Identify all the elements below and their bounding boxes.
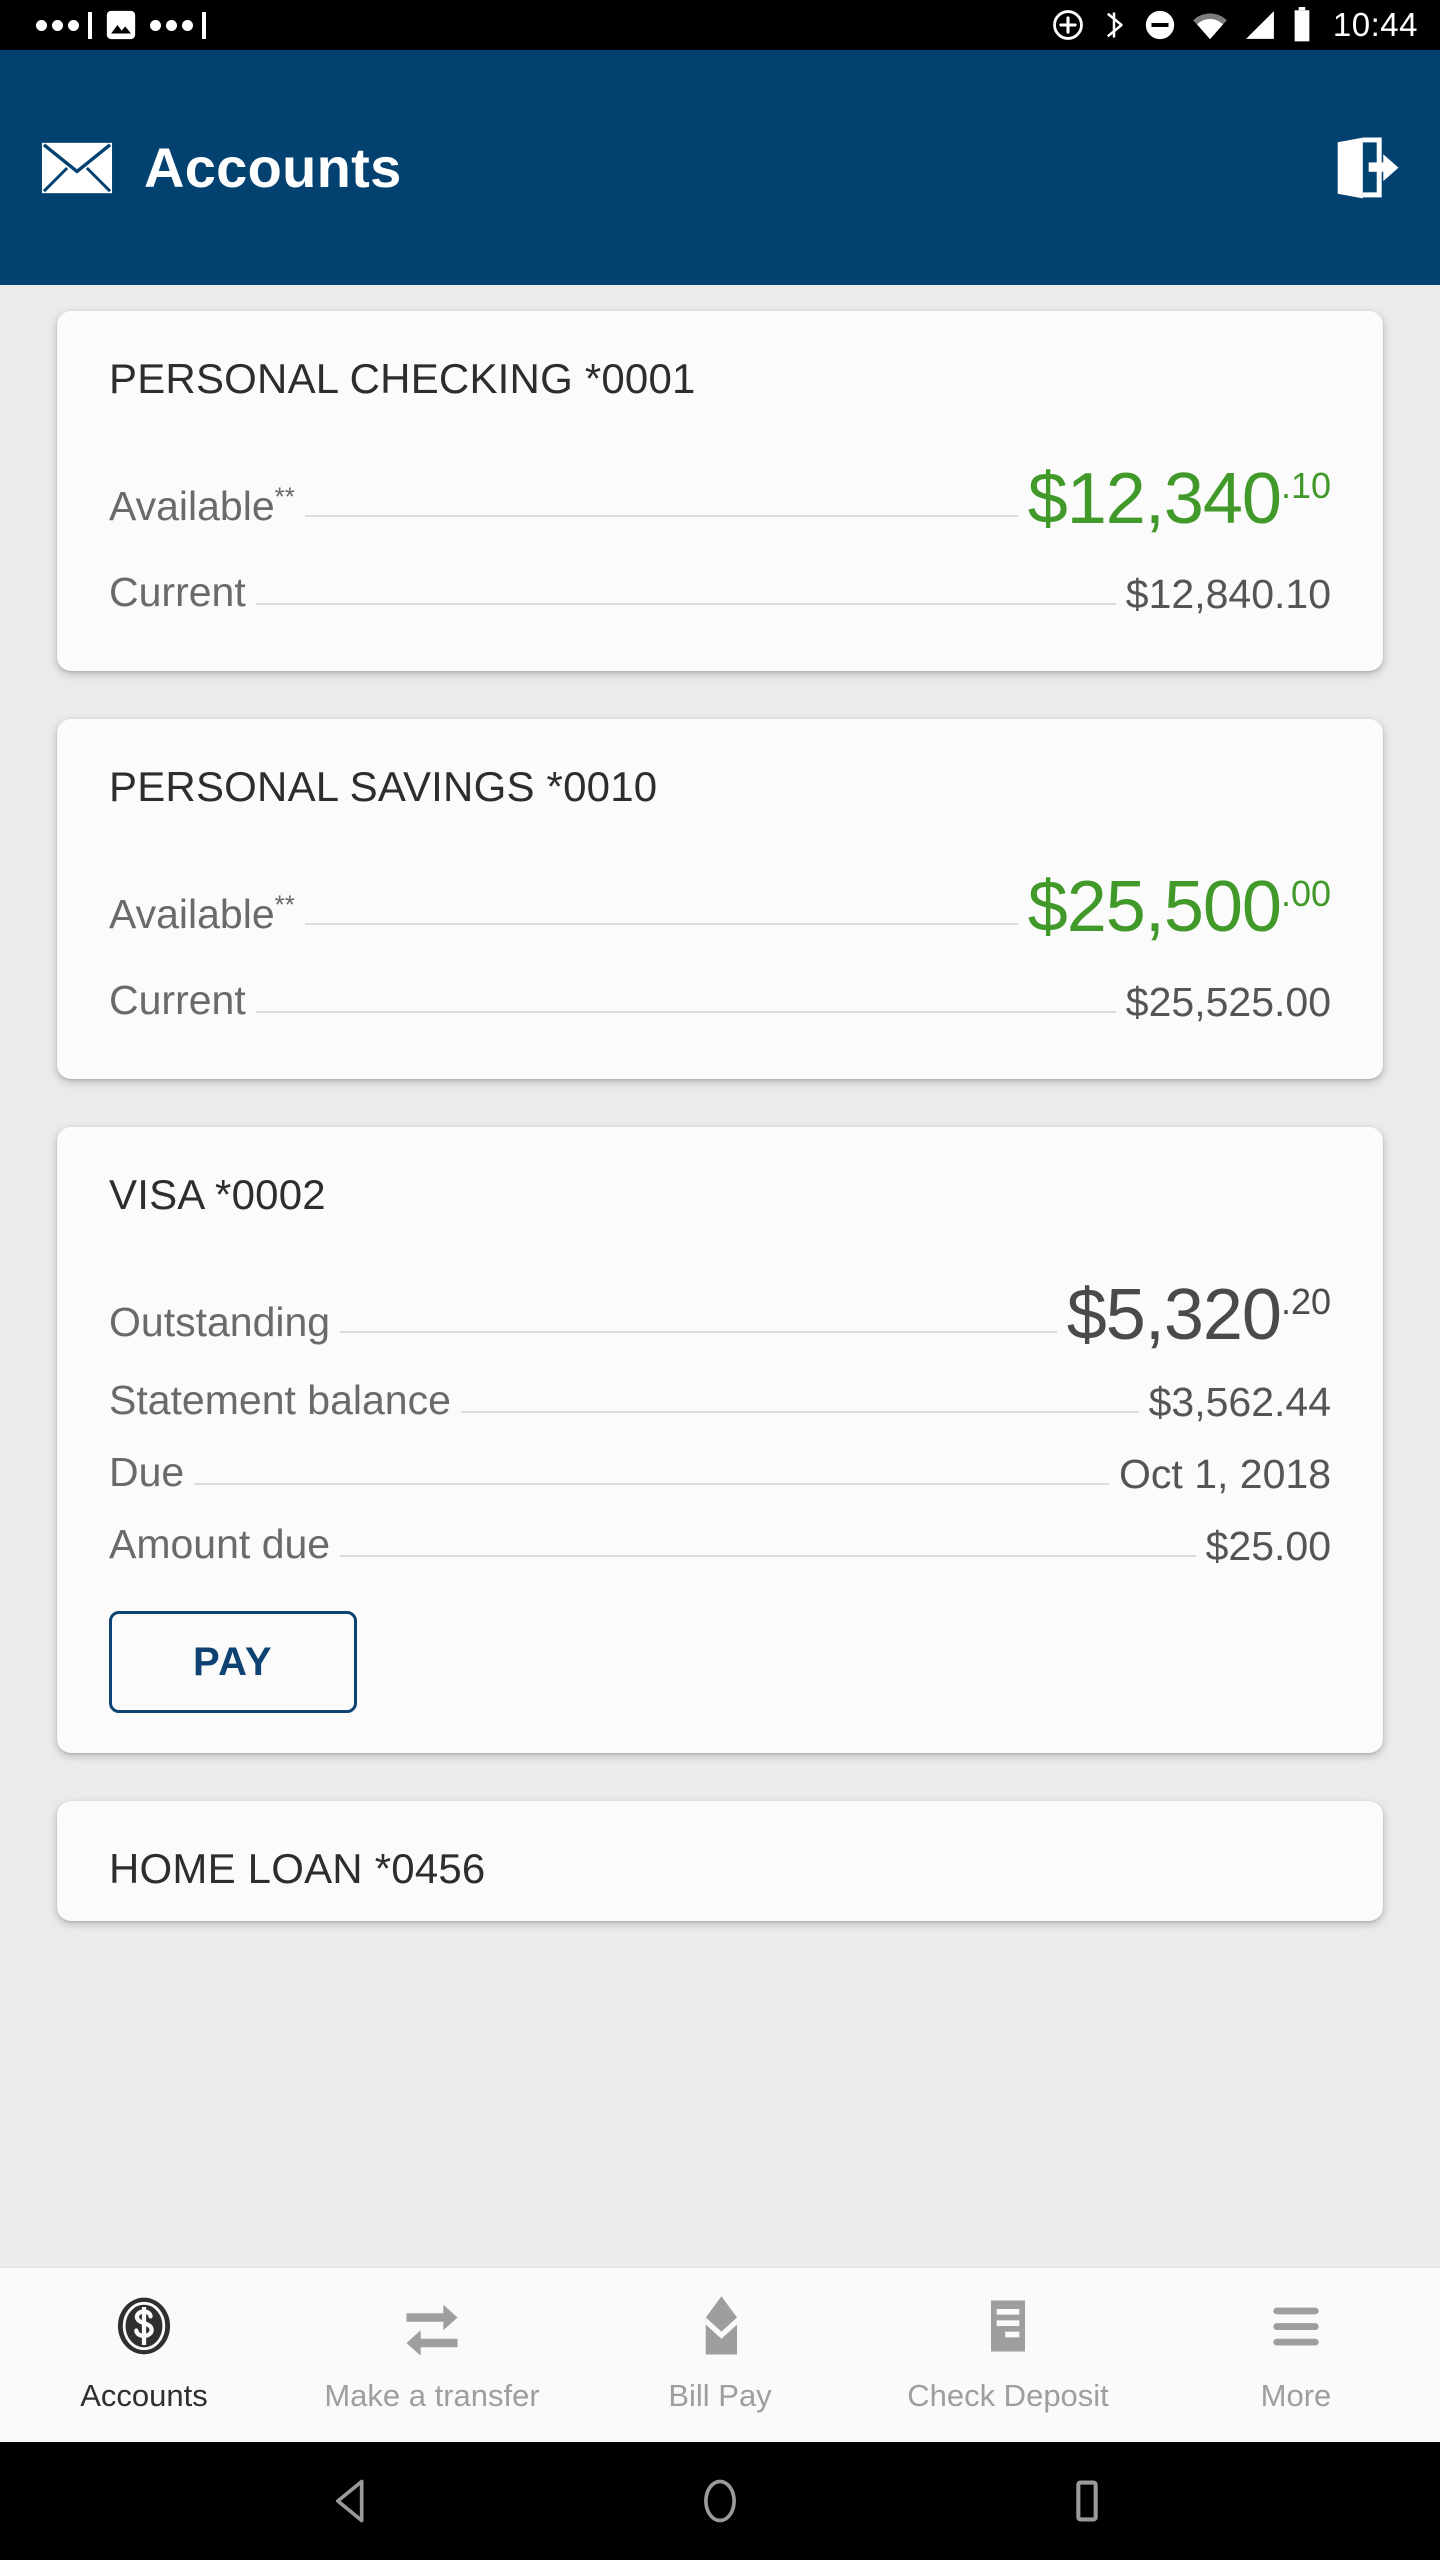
account-current-balance: $12,840.10 xyxy=(1125,571,1331,617)
status-bar-notifications xyxy=(36,8,206,42)
circle-home-icon[interactable] xyxy=(694,2475,746,2527)
account-available-balance: $12,340.10 xyxy=(1027,458,1331,539)
dots-indicator-icon xyxy=(150,11,206,39)
account-card[interactable]: HOME LOAN *0456 xyxy=(57,1801,1383,1921)
tab-make-a-transfer[interactable]: Make a transfer xyxy=(288,2290,576,2414)
account-row-due-date: Due Oct 1, 2018 xyxy=(109,1433,1331,1499)
account-row-available: Available** $25,500.00 xyxy=(109,845,1331,947)
leader-line xyxy=(460,1411,1139,1413)
page-title: Accounts xyxy=(144,136,402,199)
pay-button[interactable]: PAY xyxy=(109,1611,357,1713)
logout-icon[interactable] xyxy=(1326,130,1402,206)
account-available-balance: $25,500.00 xyxy=(1027,866,1331,947)
leader-line xyxy=(304,923,1018,925)
envelope-icon[interactable] xyxy=(40,140,114,196)
account-row-current: Current $12,840.10 xyxy=(109,545,1331,619)
leader-line xyxy=(340,1331,1057,1333)
android-nav-bar xyxy=(0,2442,1440,2560)
tab-label: Make a transfer xyxy=(324,2378,540,2413)
tab-label: Check Deposit xyxy=(907,2378,1109,2413)
amount-due-value: $25.00 xyxy=(1205,1523,1331,1569)
row-label: Current xyxy=(109,977,246,1023)
battery-icon xyxy=(1291,7,1313,43)
tab-bill-pay[interactable]: Bill Pay xyxy=(576,2290,864,2414)
phone-screen: 10:44 Accounts PERSONAL CHECKING *0001 A… xyxy=(0,0,1440,2560)
footnote-marker: ** xyxy=(274,889,295,920)
account-row-current: Current $25,525.00 xyxy=(109,953,1331,1027)
account-row-available: Available** $12,340.10 xyxy=(109,437,1331,539)
account-row-amount-due: Amount due $25.00 xyxy=(109,1505,1331,1571)
account-card[interactable]: PERSONAL CHECKING *0001 Available** $12,… xyxy=(57,311,1383,671)
account-row-outstanding: Outstanding $5,320.20 xyxy=(109,1253,1331,1355)
account-current-balance: $25,525.00 xyxy=(1125,979,1331,1025)
photo-icon xyxy=(104,8,138,42)
row-label: Statement balance xyxy=(109,1377,451,1423)
bill-envelope-icon xyxy=(686,2290,754,2362)
row-label: Available** xyxy=(109,481,295,529)
transfer-arrows-icon xyxy=(398,2290,466,2362)
row-label: Current xyxy=(109,569,246,615)
tab-label: Accounts xyxy=(80,2378,208,2413)
account-title: PERSONAL SAVINGS *0010 xyxy=(109,763,658,810)
row-label: Available** xyxy=(109,889,295,937)
tab-check-deposit[interactable]: Check Deposit xyxy=(864,2290,1152,2414)
bluetooth-icon xyxy=(1099,8,1129,42)
row-label: Outstanding xyxy=(109,1299,331,1345)
wifi-icon xyxy=(1191,9,1229,41)
tab-more[interactable]: More xyxy=(1152,2290,1440,2414)
android-status-bar: 10:44 xyxy=(0,0,1440,50)
status-bar-system-icons: 10:44 xyxy=(1051,6,1418,44)
dots-indicator-icon xyxy=(36,11,92,39)
leader-line xyxy=(194,1483,1110,1485)
leader-line xyxy=(340,1555,1196,1557)
account-outstanding-balance: $5,320.20 xyxy=(1066,1274,1331,1355)
row-label: Amount due xyxy=(109,1521,331,1567)
square-recents-icon[interactable] xyxy=(1061,2475,1113,2527)
leader-line xyxy=(255,1011,1116,1013)
account-card[interactable]: VISA *0002 Outstanding $5,320.20 Stateme… xyxy=(57,1127,1383,1753)
do-not-disturb-icon xyxy=(1143,8,1177,42)
due-date-value: Oct 1, 2018 xyxy=(1119,1451,1331,1497)
account-row-statement-balance: Statement balance $3,562.44 xyxy=(109,1361,1331,1427)
tab-accounts[interactable]: Accounts xyxy=(0,2290,288,2414)
account-title: HOME LOAN *0456 xyxy=(109,1845,486,1892)
row-label: Due xyxy=(109,1449,185,1495)
triangle-back-icon[interactable] xyxy=(327,2475,379,2527)
app-header: Accounts xyxy=(0,50,1440,285)
cellular-signal-icon xyxy=(1243,9,1277,41)
footnote-marker: ** xyxy=(274,481,295,512)
leader-line xyxy=(304,515,1018,517)
add-circle-icon xyxy=(1051,8,1085,42)
account-title: PERSONAL CHECKING *0001 xyxy=(109,355,696,402)
tab-label: Bill Pay xyxy=(668,2378,772,2413)
status-bar-clock: 10:44 xyxy=(1332,6,1418,43)
bottom-tab-bar: Accounts Make a transfer Bill Pay Check … xyxy=(0,2267,1440,2442)
leader-line xyxy=(255,603,1116,605)
account-title: VISA *0002 xyxy=(109,1171,326,1218)
accounts-scroll-area[interactable]: PERSONAL CHECKING *0001 Available** $12,… xyxy=(0,285,1440,2267)
account-card[interactable]: PERSONAL SAVINGS *0010 Available** $25,5… xyxy=(57,719,1383,1079)
check-icon xyxy=(974,2290,1042,2362)
hamburger-menu-icon xyxy=(1262,2290,1330,2362)
dollar-coin-icon xyxy=(110,2290,178,2362)
statement-balance-value: $3,562.44 xyxy=(1148,1379,1331,1425)
tab-label: More xyxy=(1260,2378,1332,2413)
